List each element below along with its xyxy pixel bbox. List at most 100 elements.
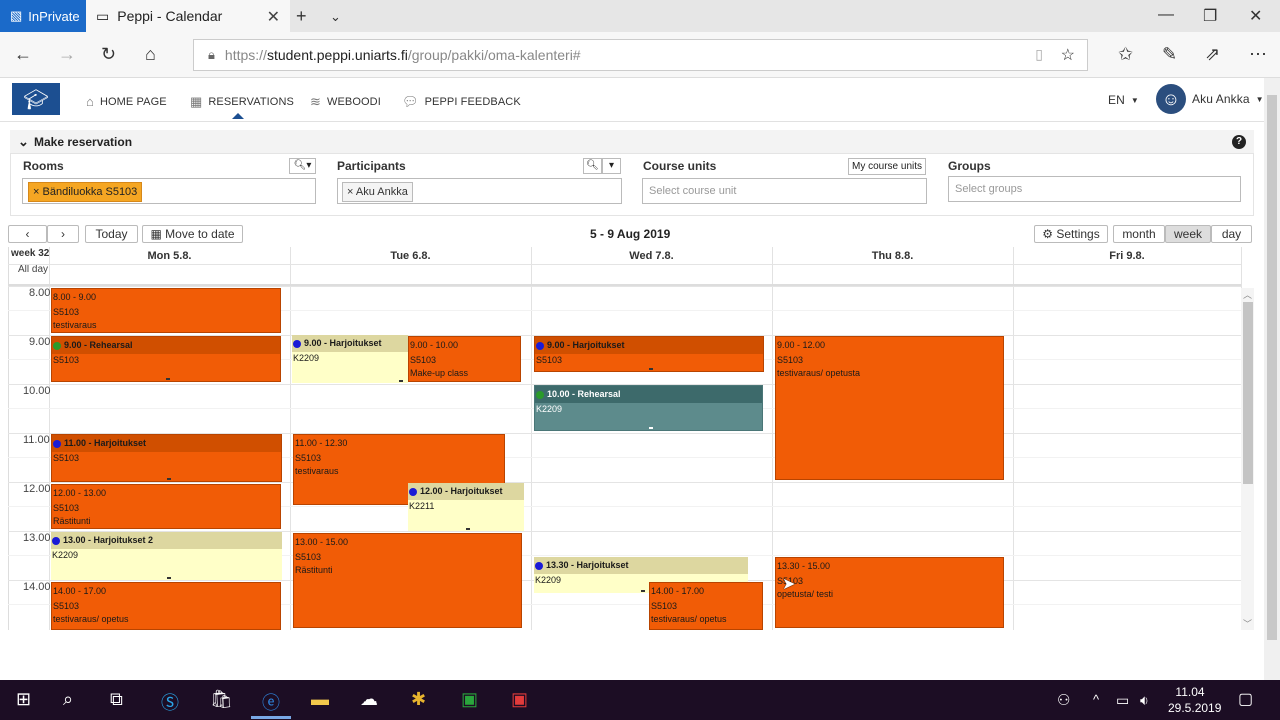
calendar-event[interactable]: 8.00 - 9.00 S5103 testivaraus bbox=[51, 288, 281, 333]
resize-handle[interactable] bbox=[649, 368, 653, 370]
view-day-button[interactable]: day bbox=[1211, 225, 1252, 243]
remove-chip-icon[interactable]: × bbox=[33, 186, 39, 198]
calendar-event[interactable]: 13.00 - 15.00 S5103 Rästitunti bbox=[293, 533, 522, 628]
nav-weboodi[interactable]: ≋ WEBOODI bbox=[310, 94, 381, 110]
more-icon[interactable]: ⋯ bbox=[1249, 44, 1267, 65]
forward-icon[interactable]: → bbox=[58, 44, 76, 65]
nav-reservations[interactable]: ▦ RESERVATIONS bbox=[190, 94, 294, 110]
edge-icon[interactable]: ⓔ bbox=[262, 689, 280, 715]
search-icon[interactable]: ⌕ bbox=[63, 689, 73, 710]
tray-chevron-icon[interactable]: ^ bbox=[1093, 692, 1099, 707]
battery-icon[interactable]: ▭ bbox=[1116, 692, 1129, 709]
remove-chip-icon[interactable]: × bbox=[347, 186, 353, 198]
view-month-button[interactable]: month bbox=[1113, 225, 1165, 243]
course-unit-input[interactable]: Select course unit bbox=[642, 178, 927, 204]
skype-icon[interactable]: Ⓢ bbox=[161, 689, 179, 715]
move-to-date-button[interactable]: ▦ Move to date bbox=[142, 225, 243, 243]
inprivate-icon: ▧ bbox=[10, 8, 23, 23]
slack-icon[interactable]: ✱ bbox=[411, 689, 426, 710]
share-icon[interactable]: ⇗ bbox=[1205, 44, 1220, 65]
store-icon[interactable]: 🛍︎ bbox=[210, 689, 233, 710]
status-dot bbox=[53, 341, 61, 350]
nav-feedback[interactable]: 💬︎ PEPPI FEEDBACK bbox=[402, 94, 521, 110]
system-clock[interactable]: 11.04 29.5.2019 bbox=[1168, 684, 1221, 716]
peppi-logo[interactable]: 🎓︎ bbox=[12, 83, 60, 115]
camtasia-green-icon[interactable]: ▣ bbox=[461, 689, 478, 710]
calendar-event[interactable]: 13.00 - Harjoitukset 2 K2209 bbox=[51, 532, 282, 580]
calendar-event[interactable]: 14.00 - 17.00 S5103 testivaraus/ opetus bbox=[649, 582, 763, 630]
calendar-event[interactable]: 12.00 - 13.00 S5103 Rästitunti bbox=[51, 484, 281, 529]
restore-icon[interactable]: ❐ bbox=[1203, 6, 1217, 26]
calendar-event[interactable]: 10.00 - Rehearsal K2209 bbox=[534, 385, 763, 431]
resize-handle[interactable] bbox=[166, 378, 170, 380]
scroll-up-icon[interactable]: ︿ bbox=[1243, 288, 1252, 301]
nav-home[interactable]: ⌂ HOME PAGE bbox=[86, 94, 167, 109]
scroll-down-icon[interactable]: ﹀ bbox=[1243, 617, 1252, 630]
all-day-label: All day bbox=[18, 264, 49, 275]
hour-label: 11.00 bbox=[23, 434, 50, 446]
my-course-units-button[interactable]: My course units bbox=[848, 158, 926, 175]
room-chip[interactable]: × Bändiluokka S5103 bbox=[28, 182, 143, 202]
back-icon[interactable]: ← bbox=[14, 44, 32, 65]
view-week-button[interactable]: week bbox=[1165, 225, 1211, 243]
calendar-event[interactable]: 13.30 - 15.00 S5103 opetusta/ testi bbox=[775, 557, 1004, 628]
volume-icon[interactable]: 🔉︎ bbox=[1140, 692, 1149, 709]
refresh-icon[interactable]: ↻ bbox=[101, 44, 116, 65]
participants-search-button[interactable]: 🔍︎ bbox=[583, 158, 602, 174]
favorites-icon[interactable]: ✩ bbox=[1118, 44, 1133, 65]
people-icon[interactable]: ⚇ bbox=[1057, 691, 1070, 709]
settings-button[interactable]: ⚙ Settings bbox=[1034, 225, 1108, 243]
calendar-event[interactable]: 14.00 - 17.00 S5103 testivaraus/ opetus bbox=[51, 582, 281, 630]
browser-tab[interactable]: ▭ Peppi - Calendar ✕ bbox=[86, 0, 290, 32]
page-scrollbar-thumb[interactable] bbox=[1267, 95, 1277, 640]
groups-input[interactable]: Select groups bbox=[948, 176, 1241, 202]
calendar-event[interactable]: 9.00 - 10.00 S5103 Make-up class bbox=[408, 336, 521, 382]
chat-icon: 💬︎ bbox=[402, 94, 419, 109]
new-tab-icon[interactable]: + bbox=[296, 6, 307, 27]
calendar-event[interactable]: 9.00 - 12.00 S5103 testivaraus/ opetusta bbox=[775, 336, 1004, 480]
task-view-icon[interactable]: ⧉ bbox=[110, 689, 123, 710]
calendar-event[interactable]: 9.00 - Harjoitukset K2209 bbox=[292, 335, 408, 383]
make-reservation-header[interactable] bbox=[10, 130, 1254, 154]
participants-dropdown-button[interactable]: ▾ bbox=[602, 158, 621, 174]
pen-icon[interactable]: ✎ bbox=[1162, 44, 1177, 65]
camtasia-red-icon[interactable]: ▣ bbox=[511, 689, 528, 710]
active-nav-indicator bbox=[232, 113, 244, 119]
reading-view-icon[interactable]: ▯ bbox=[1035, 46, 1043, 63]
resize-handle[interactable] bbox=[466, 528, 470, 530]
help-icon[interactable]: ? bbox=[1232, 135, 1246, 149]
minimize-icon[interactable]: — bbox=[1158, 6, 1174, 24]
prev-button[interactable]: ‹ bbox=[8, 225, 47, 243]
today-button[interactable]: Today bbox=[85, 225, 138, 243]
address-bar[interactable]: 🔒︎ https:// student.peppi.uniarts.fi /gr… bbox=[193, 39, 1088, 71]
favorite-star-icon[interactable]: ☆ bbox=[1061, 45, 1075, 65]
collapse-chevron-icon[interactable]: ⌄ bbox=[18, 134, 29, 150]
browser-nav-bar: ← → ↻ ⌂ 🔒︎ https:// student.peppi.uniart… bbox=[0, 32, 1280, 78]
calendar-event[interactable]: 9.00 - Harjoitukset S5103 bbox=[534, 336, 764, 372]
status-dot bbox=[536, 341, 544, 350]
resize-handle[interactable] bbox=[641, 590, 645, 592]
date-range-title: 5 - 9 Aug 2019 bbox=[590, 227, 671, 241]
calendar-scrollbar-thumb[interactable] bbox=[1243, 302, 1253, 484]
resize-handle[interactable] bbox=[398, 380, 403, 382]
close-window-icon[interactable]: ✕ bbox=[1249, 6, 1262, 26]
close-tab-icon[interactable]: ✕ bbox=[267, 7, 280, 27]
tab-list-chevron-icon[interactable]: ⌄ bbox=[330, 9, 341, 25]
rooms-search-button[interactable]: 🔍︎▾ bbox=[289, 158, 316, 174]
user-menu[interactable]: ☺ Aku Ankka ▼ bbox=[1156, 84, 1264, 114]
participant-chip[interactable]: × Aku Ankka bbox=[342, 182, 413, 202]
resize-handle[interactable] bbox=[166, 478, 171, 480]
calendar-event[interactable]: 11.00 - Harjoitukset S5103 bbox=[51, 434, 282, 482]
notifications-icon[interactable]: ▢ bbox=[1238, 689, 1253, 709]
onedrive-icon[interactable]: ☁ bbox=[360, 689, 378, 710]
status-dot bbox=[52, 536, 60, 545]
resize-handle[interactable] bbox=[648, 427, 653, 429]
calendar-event[interactable]: 12.00 - Harjoitukset K2211 bbox=[408, 483, 524, 531]
file-explorer-icon[interactable]: ▬ bbox=[311, 689, 329, 710]
next-button[interactable]: › bbox=[47, 225, 79, 243]
resize-handle[interactable] bbox=[166, 577, 171, 579]
home-browser-icon[interactable]: ⌂ bbox=[145, 44, 156, 65]
language-select[interactable]: EN ▼ bbox=[1108, 93, 1139, 107]
windows-start-icon[interactable]: ⊞ bbox=[16, 689, 31, 710]
calendar-event[interactable]: 9.00 - Rehearsal S5103 bbox=[51, 336, 281, 382]
